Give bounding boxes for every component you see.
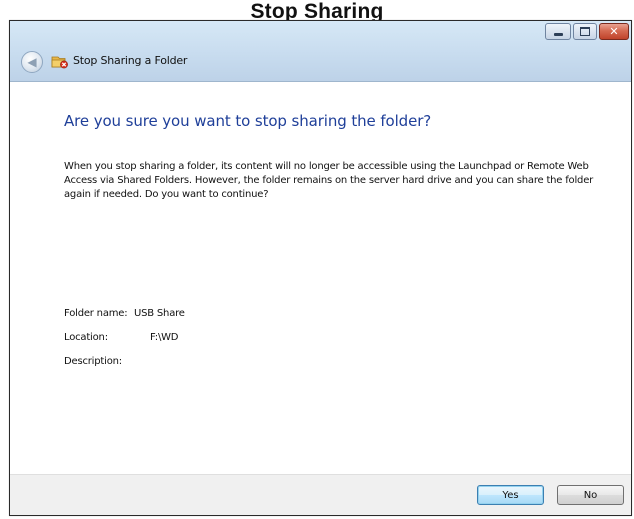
close-button[interactable]: ✕: [599, 23, 629, 40]
shared-folder-icon: [51, 56, 68, 69]
dialog-content: Are you sure you want to stop sharing th…: [10, 82, 631, 475]
yes-button[interactable]: Yes: [477, 485, 544, 505]
back-arrow-icon: ◀: [27, 55, 37, 69]
back-button[interactable]: ◀: [21, 51, 43, 73]
maximize-button[interactable]: [573, 23, 597, 40]
close-icon: ✕: [609, 25, 619, 38]
window-controls: ✕: [543, 23, 629, 40]
field-label: Description:: [64, 356, 122, 367]
field-value: F:\WD: [150, 332, 179, 343]
main-question: Are you sure you want to stop sharing th…: [64, 112, 432, 130]
field-label: Location:: [64, 332, 108, 343]
field-label: Folder name:: [64, 308, 128, 319]
no-button[interactable]: No: [557, 485, 624, 505]
dialog-footer: Yes No: [10, 474, 631, 515]
title-bar: ✕ ◀ Stop Sharing a Folder: [10, 21, 631, 82]
dialog-window: ✕ ◀ Stop Sharing a Folder Are you sure y…: [9, 20, 632, 516]
description-text: When you stop sharing a folder, its cont…: [64, 161, 594, 200]
maximize-icon: [580, 27, 590, 36]
minimize-button[interactable]: [545, 23, 571, 40]
field-value: USB Share: [134, 308, 185, 319]
window-title: Stop Sharing a Folder: [73, 54, 188, 67]
minimize-icon: [553, 32, 563, 36]
